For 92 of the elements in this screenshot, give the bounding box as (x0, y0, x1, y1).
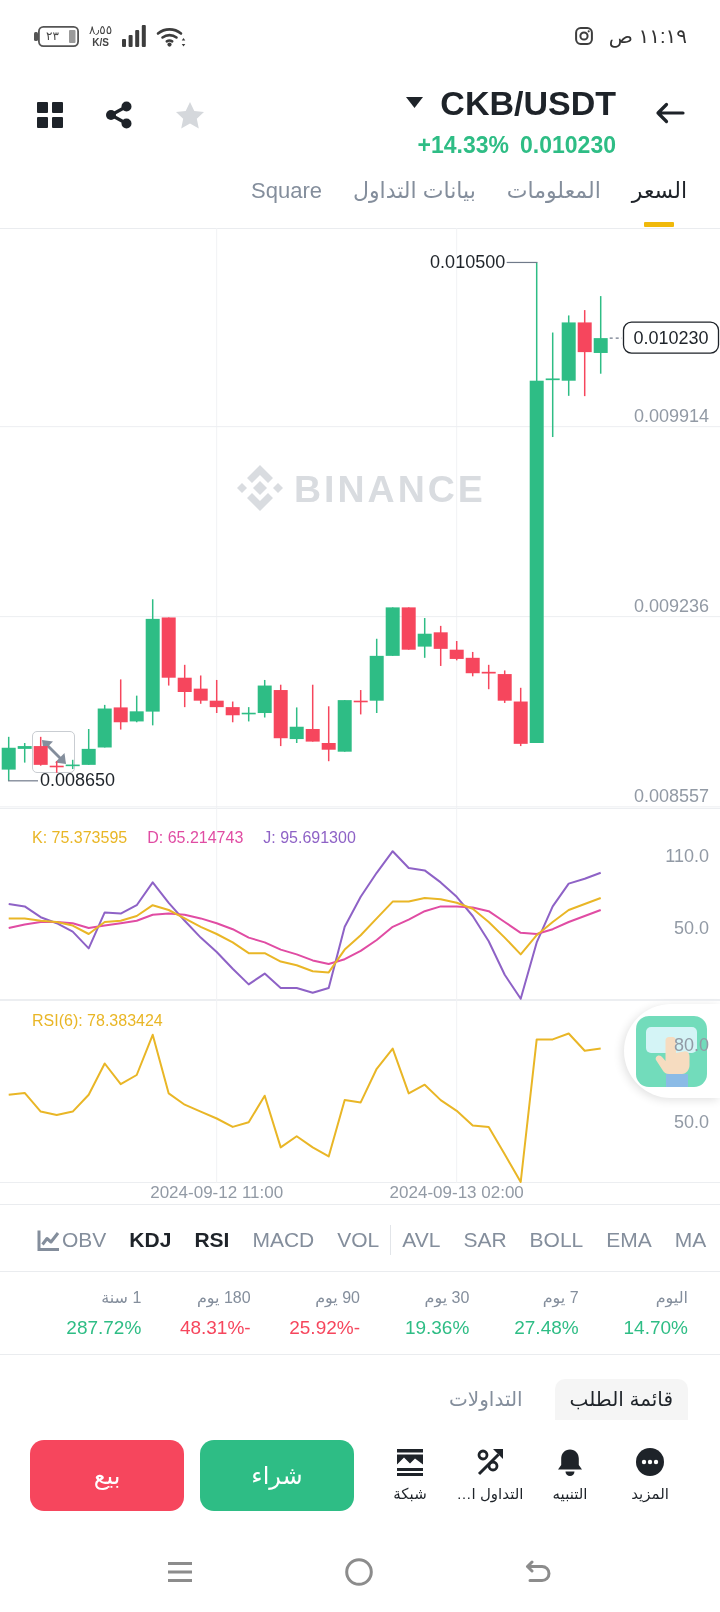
indicator-value: K: 75.373595 (32, 828, 128, 848)
time-axis-label: 2024-09-12 11:00 (150, 1183, 284, 1202)
rising-candle (97, 704, 112, 749)
low-price-label: 0.008650 (40, 769, 116, 790)
falling-candle (305, 683, 320, 743)
home-icon[interactable] (345, 1558, 373, 1586)
indicator-tab[interactable]: RSI (194, 1224, 230, 1255)
leader-line (506, 261, 538, 264)
tab[interactable]: قائمة الطلب (554, 1379, 688, 1420)
percent-arrow-icon (476, 1448, 504, 1476)
high-price-label: 0.010500 (430, 252, 506, 273)
period-label: اليوم (655, 1288, 688, 1310)
indicator-tab[interactable]: VOL (337, 1224, 380, 1255)
sell-button[interactable]: بيع (30, 1440, 184, 1511)
diagonal-arrows-icon (40, 739, 67, 765)
rising-candle (417, 617, 432, 659)
indicator-value: D: 65.214743 (147, 828, 244, 848)
period-label: 30 يوم (424, 1288, 470, 1310)
change-value: 287.72% (66, 1316, 142, 1340)
rising-candle (289, 706, 304, 744)
grid-icon[interactable] (37, 102, 63, 128)
wifi-icon (156, 25, 187, 47)
toolbar-button[interactable]: المزيد (610, 1440, 690, 1504)
floating-assist-button[interactable] (624, 1004, 720, 1098)
indicator-tab[interactable]: OBV (62, 1224, 107, 1255)
chart-lines-icon (396, 1448, 424, 1476)
axis-label: 50.0 (673, 1111, 709, 1132)
change-value: -25.92% (289, 1316, 360, 1340)
more-dots-icon (636, 1448, 664, 1476)
buy-button[interactable]: شراء (200, 1440, 354, 1511)
leader-line (7, 780, 39, 782)
indicator-tab[interactable]: MACD (252, 1224, 315, 1255)
falling-candle (321, 705, 336, 762)
axis-label: 50.0 (673, 918, 709, 939)
line-chart-icon[interactable] (37, 1228, 60, 1251)
tab[interactable]: بيانات التداول (352, 162, 476, 228)
indicator-tab[interactable]: SAR (463, 1224, 507, 1255)
falling-candle (465, 651, 480, 678)
price-axis-label: 0.009914 (633, 405, 709, 426)
diamond-logo-icon (237, 465, 283, 511)
period-label: 7 يوم (542, 1288, 579, 1310)
rising-candle (337, 699, 352, 753)
time-axis-label: 2024-09-13 02:00 (389, 1183, 524, 1202)
toolbar-button[interactable]: شبكة (370, 1440, 450, 1504)
price-change: +14.33% (417, 131, 510, 159)
last-price: 0.010230 (520, 131, 616, 159)
falling-candle (353, 689, 368, 716)
toolbar-button[interactable]: التداول ا… (450, 1440, 530, 1504)
price-axis-label: 0.009236 (633, 595, 709, 616)
indicator-tab[interactable]: AVL (402, 1224, 441, 1255)
back-icon[interactable] (525, 1560, 551, 1584)
signal-icon (122, 25, 147, 47)
change-value: 14.70% (623, 1316, 688, 1340)
falling-candle (481, 664, 496, 690)
indicator-tab[interactable]: BOLL (529, 1224, 584, 1255)
indicator-tab[interactable]: MA (674, 1224, 707, 1255)
indicator-tab[interactable]: EMA (606, 1224, 652, 1255)
period-label: 90 يوم (315, 1288, 360, 1309)
indicator-tab[interactable]: KDJ (129, 1224, 172, 1255)
period-label: 180 يوم (196, 1288, 251, 1310)
battery-percentage: ٢٣ (46, 28, 59, 44)
falling-candle (401, 606, 416, 651)
hand-tap-icon (636, 1015, 707, 1087)
indicator-value: RSI(6): 78.383424 (32, 1011, 163, 1031)
network-speed: ٨٫٥٥ (89, 24, 113, 37)
falling-candle (113, 678, 128, 731)
caret-icon (406, 97, 424, 109)
price-axis-label: 0.008557 (633, 785, 709, 806)
indicator-value: J: 95.691300 (263, 828, 356, 848)
last-price-tag: 0.010230 (622, 321, 720, 354)
back-arrow-icon[interactable] (654, 102, 685, 124)
toolbar-button[interactable]: التنبيه (530, 1440, 610, 1504)
axis-label: 110.0 (665, 846, 709, 867)
pair-dropdown[interactable]: CKB/USDT (406, 83, 616, 123)
tab[interactable]: المعلومات (506, 162, 601, 228)
camera-icon (574, 27, 593, 45)
clock-time: ١١:١٩ ص (608, 24, 687, 48)
tab[interactable]: السعر (631, 162, 687, 228)
change-value: 27.48% (514, 1316, 579, 1340)
share-icon[interactable] (105, 101, 133, 129)
change-value: 19.36% (404, 1316, 470, 1340)
network-speed-unit: K/S (92, 37, 109, 48)
battery-icon (34, 25, 79, 47)
tab[interactable]: التداولات (433, 1379, 538, 1420)
falling-candle (193, 674, 208, 705)
menu-icon[interactable] (167, 1561, 193, 1583)
bell-icon (556, 1448, 584, 1476)
change-value: -48.31% (179, 1316, 251, 1340)
period-label: 1 سنة (101, 1288, 142, 1308)
falling-candle (273, 683, 288, 747)
star-icon[interactable] (175, 100, 205, 130)
tab[interactable]: Square (251, 162, 322, 228)
